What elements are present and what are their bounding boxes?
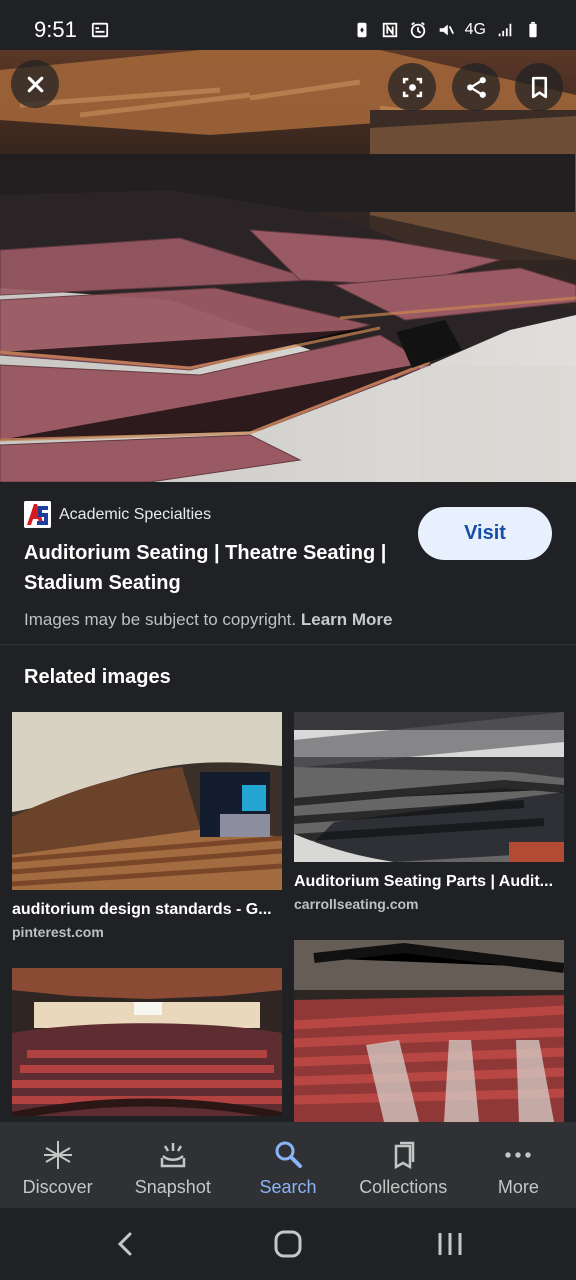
academic-specialties-logo bbox=[24, 501, 51, 528]
close-button[interactable] bbox=[11, 60, 59, 108]
nav-more[interactable]: More bbox=[461, 1122, 576, 1208]
mute-icon bbox=[439, 24, 454, 36]
bookmark-icon bbox=[531, 76, 547, 98]
nav-snapshot[interactable]: Snapshot bbox=[115, 1122, 230, 1208]
collections-icon bbox=[394, 1141, 415, 1170]
nav-collections[interactable]: Collections bbox=[346, 1122, 461, 1208]
network-label: 4G bbox=[464, 21, 486, 38]
nav-label-collections: Collections bbox=[359, 1177, 448, 1197]
related-domain: pinterest.com bbox=[12, 924, 104, 940]
signal-icon bbox=[498, 23, 512, 37]
related-caption: auditorium design standards - G... bbox=[12, 901, 272, 918]
nav-label-discover: Discover bbox=[22, 1177, 93, 1197]
related-image-card-2[interactable]: Auditorium Seating Parts | Audit... carr… bbox=[294, 712, 564, 922]
status-icons: 4G bbox=[353, 21, 542, 39]
system-navigation-bar bbox=[0, 1208, 576, 1280]
related-image-card-4[interactable] bbox=[294, 940, 564, 1122]
back-icon[interactable] bbox=[106, 1224, 146, 1264]
search-icon bbox=[275, 1141, 302, 1168]
main-image[interactable] bbox=[0, 50, 576, 482]
related-image-thumbnail bbox=[12, 712, 282, 890]
close-icon bbox=[27, 76, 43, 92]
related-image-thumbnail bbox=[294, 940, 564, 1122]
auditorium-image bbox=[0, 50, 576, 482]
learn-more-link[interactable]: Learn More bbox=[301, 610, 393, 629]
share-button[interactable] bbox=[452, 63, 500, 111]
related-image-thumbnail bbox=[12, 968, 282, 1116]
nav-label-snapshot: Snapshot bbox=[134, 1177, 211, 1197]
nfc-icon bbox=[382, 22, 397, 38]
status-time: 9:51 bbox=[34, 17, 77, 42]
related-image-thumbnail bbox=[294, 712, 564, 862]
nav-label-search: Search bbox=[259, 1177, 317, 1197]
nav-discover[interactable]: Discover bbox=[0, 1122, 115, 1208]
status-left: 9:51 bbox=[34, 17, 109, 43]
more-icon bbox=[505, 1152, 532, 1158]
battery-icon bbox=[529, 21, 537, 38]
auditorium-thumbnail-1 bbox=[12, 712, 282, 890]
recent-apps-icon[interactable] bbox=[430, 1224, 470, 1264]
battery-saver-icon bbox=[357, 22, 367, 38]
bottom-navigation: Discover Snapshot Search Collections Mor… bbox=[0, 1122, 576, 1208]
source-name[interactable]: Academic Specialties bbox=[59, 506, 211, 524]
snapshot-icon bbox=[160, 1143, 186, 1168]
nav-search[interactable]: Search bbox=[230, 1122, 345, 1208]
alarm-icon bbox=[410, 22, 425, 39]
notification-icon bbox=[91, 22, 108, 38]
asterisk-icon bbox=[43, 1141, 72, 1169]
related-domain: carrollseating.com bbox=[294, 896, 419, 912]
related-image-card-1[interactable]: auditorium design standards - G... pinte… bbox=[12, 712, 282, 948]
share-icon bbox=[466, 76, 486, 98]
lens-button[interactable] bbox=[388, 63, 436, 111]
copyright-notice: Images may be subject to copyright. Lear… bbox=[24, 610, 393, 630]
auditorium-thumbnail-2 bbox=[294, 712, 564, 862]
related-images-heading: Related images bbox=[24, 666, 171, 688]
visit-button[interactable]: Visit bbox=[418, 507, 552, 560]
auditorium-thumbnail-4 bbox=[294, 940, 564, 1122]
result-title[interactable]: Auditorium Seating | Theatre Seating | S… bbox=[24, 538, 406, 598]
related-caption: Auditorium Seating Parts | Audit... bbox=[294, 873, 554, 890]
bookmark-button[interactable] bbox=[515, 63, 563, 111]
lens-icon bbox=[402, 77, 422, 97]
copyright-text: Images may be subject to copyright. bbox=[24, 610, 297, 629]
source-logo bbox=[24, 501, 51, 528]
auditorium-thumbnail-3 bbox=[12, 968, 282, 1116]
home-icon[interactable] bbox=[268, 1224, 308, 1264]
nav-label-more: More bbox=[497, 1177, 539, 1197]
related-image-card-3[interactable] bbox=[12, 968, 282, 1116]
